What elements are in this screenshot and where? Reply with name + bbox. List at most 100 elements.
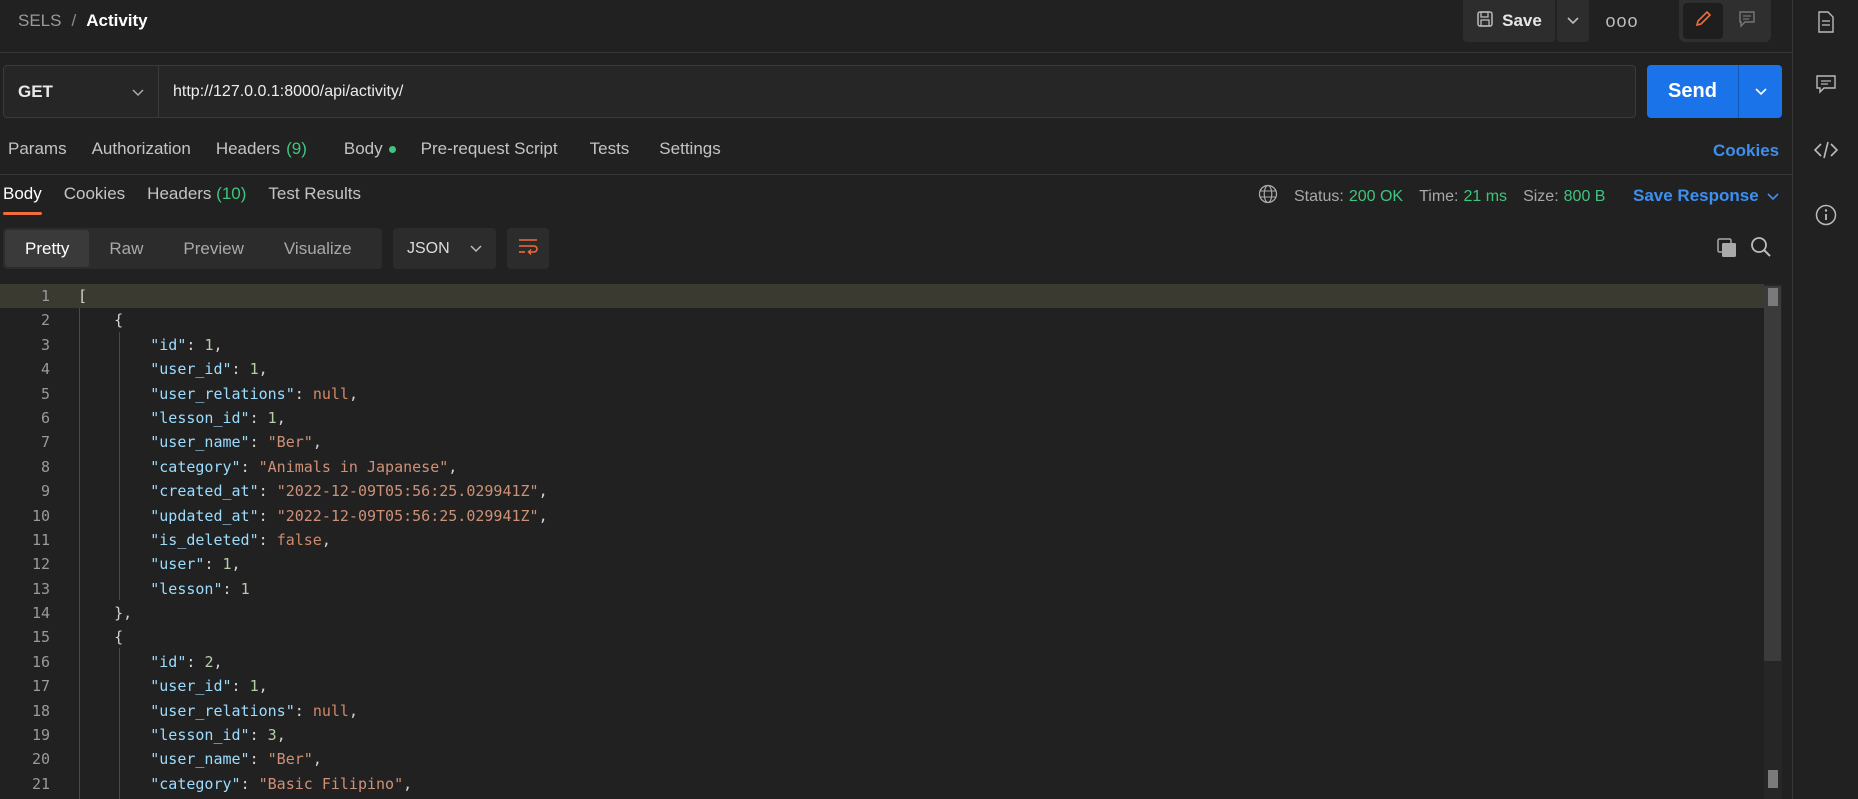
response-tab-test-results[interactable]: Test Results — [268, 184, 361, 214]
save-group: Save — [1463, 0, 1589, 42]
json-value: 1 — [222, 555, 232, 574]
code-text: "lesson_id": 1, — [150, 408, 286, 427]
language-select[interactable]: JSON — [393, 228, 496, 269]
code-text: "category": "Basic Filipino", — [150, 774, 413, 793]
time-value[interactable]: 21 ms — [1463, 188, 1507, 206]
more-icon: ooo — [1605, 10, 1639, 31]
raw-button[interactable]: Raw — [89, 230, 163, 267]
info-icon[interactable] — [1814, 203, 1838, 227]
wrap-lines-icon — [517, 237, 539, 260]
response-tab-headers[interactable]: Headers (10) — [147, 184, 246, 214]
save-button[interactable]: Save — [1463, 0, 1555, 42]
save-response-label: Save Response — [1633, 186, 1759, 205]
line-number: 14 — [31, 604, 50, 623]
scrollbar-thumb[interactable] — [1764, 286, 1781, 661]
response-body-editor[interactable]: 1[ 2 { 3 "id": 1, 4 "user_id": 1, 5 "use… — [0, 284, 1782, 799]
line-number: 9 — [40, 482, 50, 501]
code-text: "user_relations": null, — [150, 384, 358, 403]
send-options-button[interactable] — [1738, 65, 1782, 118]
line-number: 6 — [40, 408, 50, 427]
code-line: 19 "lesson_id": 3, — [0, 723, 1782, 747]
json-key: "lesson_id" — [150, 726, 250, 745]
search-icon[interactable] — [1750, 236, 1772, 263]
tab-headers[interactable]: Headers (9) — [216, 139, 307, 159]
breadcrumb: SELS / Activity — [18, 11, 148, 31]
copy-icon[interactable] — [1716, 237, 1738, 264]
preview-button[interactable]: Preview — [163, 230, 263, 267]
code-line: 2 { — [0, 308, 1782, 332]
tab-tests[interactable]: Tests — [590, 139, 630, 159]
comments-icon[interactable] — [1814, 72, 1838, 96]
status-value[interactable]: 200 OK — [1349, 188, 1403, 206]
json-key: "created_at" — [150, 482, 259, 501]
code-line: 7 "user_name": "Ber", — [0, 430, 1782, 454]
line-number: 1 — [40, 287, 50, 305]
code-text: "category": "Animals in Japanese", — [150, 457, 458, 476]
tab-prerequest-script[interactable]: Pre-request Script — [421, 139, 558, 159]
request-title[interactable]: Activity — [86, 11, 147, 31]
breadcrumb-separator: / — [71, 11, 77, 30]
save-options-button[interactable] — [1557, 0, 1589, 42]
pretty-button[interactable]: Pretty — [5, 230, 90, 267]
line-number: 13 — [31, 579, 50, 598]
globe-icon[interactable] — [1258, 184, 1278, 209]
breadcrumb-collection[interactable]: SELS — [18, 11, 61, 31]
pencil-icon — [1693, 9, 1713, 34]
documentation-icon[interactable] — [1814, 10, 1838, 34]
tab-label: Params — [8, 139, 67, 158]
code-line: 12 "user": 1, — [0, 552, 1782, 576]
size-label: Size: — [1523, 187, 1559, 205]
response-meta: Status: 200 OK Time: 21 ms Size: 800 B — [1258, 184, 1621, 209]
chevron-down-icon — [470, 240, 482, 258]
size-value[interactable]: 800 B — [1564, 188, 1606, 206]
wrap-lines-button[interactable] — [507, 228, 549, 269]
code-line: 10 "updated_at": "2022-12-09T05:56:25.02… — [0, 504, 1782, 528]
code-text: "id": 1, — [150, 335, 223, 354]
more-options-button[interactable]: ooo — [1605, 8, 1639, 34]
headers-count: (10) — [216, 184, 247, 203]
code-line: 8 "category": "Animals in Japanese", — [0, 455, 1782, 479]
json-key: "user" — [150, 555, 205, 574]
edit-mode-button[interactable] — [1683, 3, 1723, 39]
tab-authorization[interactable]: Authorization — [92, 139, 191, 159]
tab-label: Pre-request Script — [420, 139, 558, 158]
json-key: "lesson_id" — [150, 408, 250, 427]
visualize-button[interactable]: Visualize — [264, 230, 372, 267]
json-value: 1 — [267, 408, 277, 427]
code-icon[interactable] — [1814, 138, 1838, 162]
json-key: "user_relations" — [150, 701, 295, 720]
code-text: [ — [78, 287, 88, 305]
cookies-link[interactable]: Cookies — [1713, 141, 1779, 161]
tab-body[interactable]: Body — [344, 139, 396, 159]
comment-mode-button[interactable] — [1727, 3, 1767, 39]
response-tab-body[interactable]: Body — [3, 184, 42, 215]
tab-label: Headers — [147, 184, 212, 203]
tab-label: Body — [343, 139, 383, 158]
response-tab-cookies[interactable]: Cookies — [64, 184, 125, 214]
headers-count: (9) — [286, 139, 307, 158]
code-text: "user_name": "Ber", — [150, 750, 322, 769]
line-number: 3 — [40, 335, 50, 354]
tab-label: Tests — [589, 139, 630, 158]
method-select[interactable]: GET — [4, 66, 159, 117]
code-line: 18 "user_relations": null, — [0, 699, 1782, 723]
line-number: 10 — [31, 506, 50, 525]
scroll-down-arrow[interactable] — [1768, 770, 1778, 788]
code-line: 6 "lesson_id": 1, — [0, 406, 1782, 430]
tab-settings[interactable]: Settings — [659, 139, 720, 159]
send-group: Send — [1647, 65, 1782, 118]
url-input[interactable]: http://127.0.0.1:8000/api/activity/ — [159, 66, 1635, 117]
line-number: 20 — [31, 750, 50, 769]
divider — [0, 174, 1792, 175]
json-key: "id" — [150, 652, 187, 671]
code-line: 11 "is_deleted": false, — [0, 528, 1782, 552]
send-button[interactable]: Send — [1647, 65, 1738, 118]
scroll-up-arrow[interactable] — [1768, 288, 1778, 306]
json-value: 3 — [267, 726, 277, 745]
code-text: "lesson_id": 3, — [150, 726, 286, 745]
save-response-button[interactable]: Save Response — [1633, 186, 1779, 206]
code-text: "id": 2, — [150, 652, 223, 671]
tab-params[interactable]: Params — [8, 139, 67, 159]
code-line: 15 { — [0, 625, 1782, 649]
code-text: "is_deleted": false, — [150, 530, 331, 549]
